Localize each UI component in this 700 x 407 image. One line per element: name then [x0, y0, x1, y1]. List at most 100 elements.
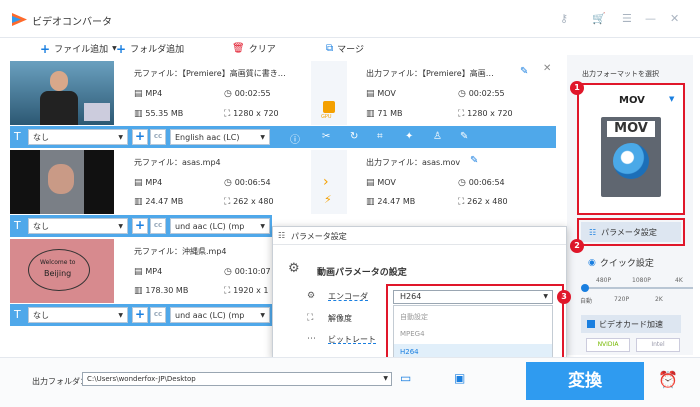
edit-name-icon[interactable]: ✎ [470, 155, 478, 166]
bitrate-icon: ⋯ [307, 334, 316, 344]
parameter-settings-button[interactable]: ☷ パラメータ設定 [581, 222, 681, 242]
thumbnail-text: Welcome to [40, 259, 76, 266]
convert-button[interactable]: 変換 [526, 362, 644, 400]
add-subtitle-button[interactable]: + [132, 129, 148, 145]
clock-icon: ◷ [224, 267, 235, 277]
format-selector[interactable]: MOV ▼ MOV [577, 83, 685, 215]
cart-icon[interactable]: 🛒 [592, 12, 606, 25]
subtitle-select[interactable]: なし ▼ [28, 307, 128, 323]
close-window-icon[interactable]: ✕ [670, 12, 679, 25]
source-filename: 元ファイル：【Premiere】高画質に書き… [134, 69, 286, 78]
crop-icon[interactable]: ⌗ [377, 131, 383, 142]
audio-select[interactable]: und aac (LC) (mp ▼ [170, 307, 270, 323]
rotate-icon[interactable]: ↻ [350, 131, 358, 142]
resolution-icon: ⛶ [224, 109, 234, 119]
merge-button[interactable]: ⧉ マージ [326, 42, 364, 55]
output-resolution: ⛶ 262 x 480 [458, 197, 508, 207]
thumbnail-2[interactable] [10, 150, 114, 214]
info-icon[interactable]: ⓘ [290, 131, 300, 146]
key-icon[interactable]: ⚷ [560, 12, 568, 25]
edit-toolbar-1: なし ▼ T + cc English aac (LC) ▼ ⓘ ✂ ↻ ⌗ ✦ ♙… [10, 126, 556, 148]
edit-toolbar-2: T なし ▼ + cc und aac (LC) (mp ▼ [10, 215, 272, 237]
settings-icon: ☷ [278, 231, 286, 240]
gpu-acceleration-toggle[interactable]: ビデオカード加速 [581, 315, 681, 333]
video-settings-icon: ⚙ [288, 261, 300, 276]
resolution-icon: ⛶ [224, 286, 234, 296]
resolution-icon: ⛶ [307, 313, 314, 323]
film-icon: ▤ [134, 267, 146, 277]
encoder-options-list: 自動設定 MPEG4 H264 [393, 305, 553, 361]
bitrate-label[interactable]: ビットレート [328, 334, 376, 345]
quality-slider-handle[interactable] [581, 284, 589, 292]
cc-button[interactable]: cc [150, 218, 166, 234]
resolution-icon: ⛶ [458, 197, 468, 207]
chevron-right-icon: › [323, 174, 329, 190]
intel-badge: Intel [636, 338, 680, 352]
tick-480p: 480P [596, 277, 612, 284]
add-folder-button[interactable]: + フォルダ追加 [116, 42, 184, 56]
audio-select[interactable]: English aac (LC) ▼ [170, 129, 270, 145]
encoder-option-mpeg4[interactable]: MPEG4 [394, 326, 552, 342]
source-size: ▥ 178.30 MB [134, 286, 189, 296]
encoder-select[interactable]: H264 ▼ [393, 290, 553, 304]
speed-icon: ◉ [588, 257, 596, 268]
dropdown-arrow-icon: ▼ [669, 95, 675, 103]
file-size-icon: ▥ [366, 109, 378, 119]
add-subtitle-button[interactable]: + [132, 307, 148, 323]
subtitle-select[interactable]: なし ▼ [28, 218, 128, 234]
step-badge-2: 2 [570, 239, 584, 253]
output-duration: ◷ 00:02:55 [458, 89, 505, 99]
thumbnail-3[interactable]: Welcome to Beijing [10, 239, 114, 303]
format-value: MOV [619, 95, 645, 106]
cut-icon[interactable]: ✂ [322, 131, 330, 142]
thumbnail-1[interactable] [10, 61, 114, 125]
dialog-heading: 動画パラメータの設定 [317, 268, 407, 278]
encoder-option-auto[interactable]: 自動設定 [394, 308, 552, 324]
clock-icon: ◷ [224, 178, 235, 188]
film-icon: ▤ [134, 178, 146, 188]
parameter-settings-label: パラメータ設定 [601, 227, 657, 237]
tick-4k: 4K [675, 277, 683, 284]
encoder-label[interactable]: エンコーダ [328, 291, 368, 302]
resolution-icon: ⛶ [224, 197, 234, 207]
source-filename: 元ファイル：asas.mp4 [134, 158, 221, 167]
add-file-button[interactable]: + ファイル追加 ▼ [40, 42, 117, 56]
effects-icon[interactable]: ✦ [405, 131, 413, 142]
source-resolution: ⛶ 1280 x 720 [224, 109, 279, 119]
source-duration: ◷ 00:10:07 [224, 267, 271, 277]
source-format: ▤ MP4 [134, 89, 163, 99]
quality-slider-track[interactable] [583, 287, 693, 289]
cc-button[interactable]: cc [150, 307, 166, 323]
menu-icon[interactable]: ☰ [622, 12, 632, 25]
tick-auto: 自動 [580, 298, 593, 305]
tick-1080p: 1080P [632, 277, 651, 284]
dropdown-arrow-icon: ▼ [543, 293, 548, 300]
source-resolution: ⛶ 262 x 480 [224, 197, 274, 207]
encoder-selected-value: H264 [400, 292, 422, 301]
add-subtitle-button[interactable]: + [132, 218, 148, 234]
edit-icon[interactable]: ✎ [460, 131, 468, 142]
output-duration: ◷ 00:06:54 [458, 178, 505, 188]
quick-settings-heading: ◉ クイック設定 [588, 256, 654, 270]
film-icon: ▤ [134, 89, 146, 99]
watermark-icon[interactable]: ♙ [433, 131, 442, 142]
clear-button[interactable]: 🗑 クリア [232, 42, 276, 55]
minimize-icon[interactable]: — [645, 12, 656, 25]
clock-icon: ◷ [458, 89, 469, 99]
remove-row-icon[interactable]: ✕ [543, 63, 551, 74]
nvidia-badge: NVIDIA [586, 338, 630, 352]
cc-button[interactable]: cc [150, 129, 166, 145]
alarm-clock-icon[interactable]: ⏰ [658, 370, 678, 389]
dialog-title: パラメータ設定 [291, 232, 347, 241]
resolution-label: 解像度 [328, 314, 352, 323]
browse-folder-icon[interactable]: ▭ [400, 371, 411, 385]
output-folder-select[interactable]: C:\Users\wonderfox-JP\Desktop ▼ [82, 372, 392, 386]
film-icon: ▤ [366, 178, 378, 188]
dialog-titlebar: パラメータ設定 [273, 227, 566, 245]
trash-icon: 🗑 [232, 43, 245, 54]
subtitle-select[interactable]: なし ▼ [28, 129, 128, 145]
step-badge-3: 3 [557, 290, 571, 304]
edit-name-icon[interactable]: ✎ [520, 66, 528, 77]
audio-select[interactable]: und aac (LC) (mp ▼ [170, 218, 270, 234]
open-folder-icon[interactable]: ▣ [454, 371, 465, 385]
